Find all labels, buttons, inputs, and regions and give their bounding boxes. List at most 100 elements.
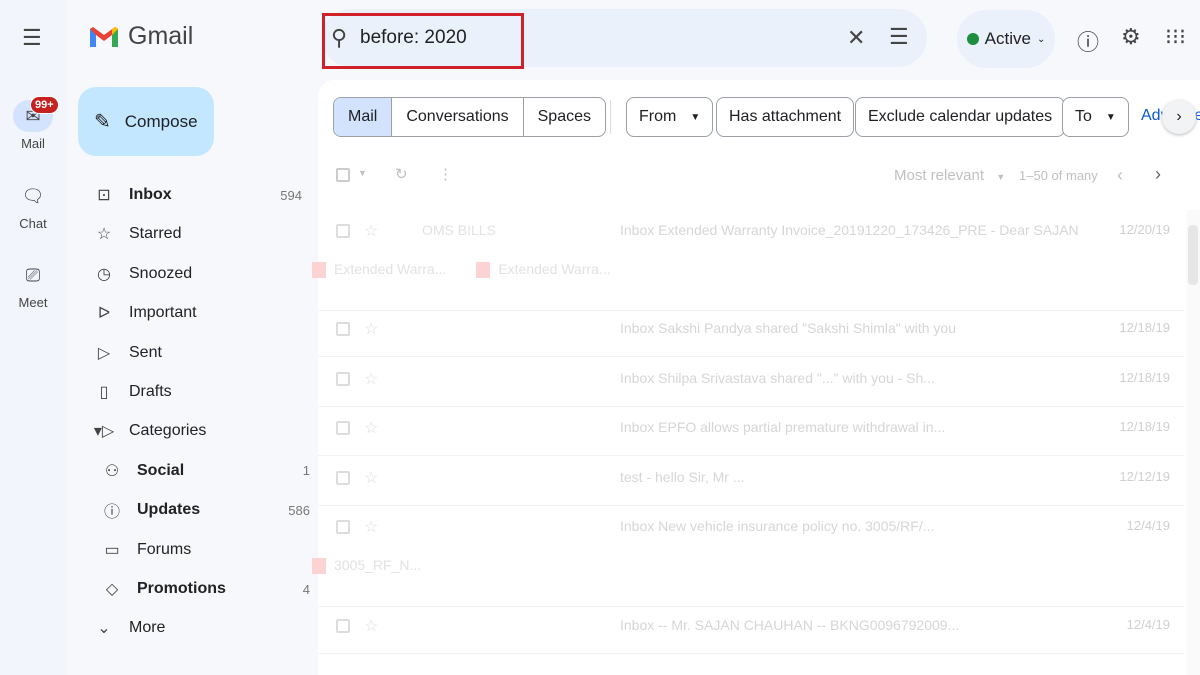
page-range: 1–50 of many xyxy=(1019,168,1098,183)
star-icon[interactable]: ☆ xyxy=(364,517,378,537)
highlight-box xyxy=(322,13,524,69)
compose-button[interactable]: ✎ Compose xyxy=(78,87,214,156)
attachment-chip[interactable]: Extended Warra... xyxy=(476,261,611,279)
nav-item-categories[interactable]: ▾▷ Categories xyxy=(92,415,302,447)
chip-label: Has attachment xyxy=(729,108,842,125)
status-label: Active xyxy=(984,29,1031,48)
star-icon[interactable]: ☆ xyxy=(364,319,378,339)
star-icon[interactable]: ☆ xyxy=(364,616,378,636)
next-page-icon[interactable]: › xyxy=(1155,164,1161,185)
email-row[interactable]: ☆ test - hello Sir, Mr ... 12/12/19 xyxy=(318,469,1184,489)
select-all-checkbox[interactable] xyxy=(336,168,350,182)
row-checkbox[interactable] xyxy=(336,224,350,238)
date: 12/18/19 xyxy=(1119,419,1170,434)
gmail-m-icon xyxy=(90,26,118,47)
nav-label: Promotions xyxy=(137,580,226,597)
nav-item-drafts[interactable]: ▯ Drafts xyxy=(92,376,302,408)
gmail-logo[interactable]: Gmail xyxy=(88,22,193,51)
subject: Inbox Sakshi Pandya shared "Sakshi Shiml… xyxy=(620,320,957,336)
attachment-chip[interactable]: 3005_RF_N... xyxy=(312,557,422,575)
attachments: 3005_RF_N... xyxy=(312,557,422,575)
nav-item-sent[interactable]: ▷ Sent xyxy=(92,337,302,369)
nav-count: 1 xyxy=(302,463,310,479)
nav-item-snoozed[interactable]: ◷ Snoozed xyxy=(92,258,302,290)
email-row[interactable]: ☆ OMS BILLS Inbox Extended Warranty Invoic… xyxy=(318,222,1184,242)
date: 12/4/19 xyxy=(1126,617,1170,632)
row-checkbox[interactable] xyxy=(336,619,350,633)
nav-item-forums[interactable]: ▭ Forums xyxy=(100,534,310,566)
row-checkbox[interactable] xyxy=(336,421,350,435)
nav-item-more[interactable]: ⌄ More xyxy=(92,612,302,644)
scrollbar-thumb[interactable] xyxy=(1188,225,1198,285)
nav-item-important[interactable]: ᐅ Important xyxy=(92,297,302,329)
nav-item-promotions[interactable]: ◇ Promotions 4 xyxy=(100,573,310,605)
scroll-chips-right-icon[interactable]: › xyxy=(1162,100,1196,134)
file-icon xyxy=(476,262,491,279)
email-row[interactable]: ☆ Inbox -- Mr. SAJAN CHAUHAN -- BKNG00967… xyxy=(318,617,1184,637)
status-dropdown[interactable]: Active ⌄ xyxy=(957,10,1055,68)
more-vert-icon[interactable]: ⋮ xyxy=(438,165,453,183)
gear-icon[interactable]: ⚙ xyxy=(1121,24,1141,50)
clock-icon: ◷ xyxy=(97,265,111,283)
filter-to[interactable]: To ▼ xyxy=(1062,97,1129,137)
row-checkbox[interactable] xyxy=(336,372,350,386)
star-icon[interactable]: ☆ xyxy=(364,369,378,389)
nav-label: Snoozed xyxy=(129,264,193,282)
tab-spaces[interactable]: Spaces xyxy=(522,98,605,136)
caret-down-icon[interactable]: ▼ xyxy=(358,168,367,178)
divider xyxy=(318,406,1184,407)
nav-label: Starred xyxy=(129,225,182,243)
tab-conversations[interactable]: Conversations xyxy=(391,98,522,136)
tab-mail[interactable]: Mail xyxy=(334,98,392,136)
send-icon: ▷ xyxy=(97,344,111,362)
forum-icon: ▭ xyxy=(104,541,120,559)
email-row[interactable]: ☆ Inbox Shilpa Srivastava shared "..." wi… xyxy=(318,370,1184,390)
inbox-icon: ⊡ xyxy=(97,187,111,204)
star-icon[interactable]: ☆ xyxy=(364,221,378,241)
clear-search-icon[interactable]: ✕ xyxy=(847,25,865,51)
rail-label: Meet xyxy=(18,295,48,310)
help-icon[interactable]: ⓘ xyxy=(1077,25,1099,57)
email-row[interactable]: ☆ Inbox Sakshi Pandya shared "Sakshi Shim… xyxy=(318,320,1184,340)
search-options-icon[interactable]: ☰ xyxy=(889,24,909,50)
nav-item-social[interactable]: ⚇ Social 1 xyxy=(100,455,310,487)
row-checkbox[interactable] xyxy=(336,520,350,534)
email-row[interactable]: ☆ Inbox EPFO allows partial premature wit… xyxy=(318,419,1184,439)
nav-label: Drafts xyxy=(129,383,172,400)
divider xyxy=(318,310,1184,311)
filter-exclude-calendar[interactable]: Exclude calendar updates xyxy=(855,97,1066,137)
nav-item-starred[interactable]: ☆ Starred xyxy=(92,218,302,250)
nav-count: 594 xyxy=(280,187,302,203)
sort-dropdown[interactable]: Most relevant ▼ xyxy=(894,167,1005,184)
prev-page-icon[interactable]: ‹ xyxy=(1117,165,1123,186)
main-menu-icon[interactable]: ☰ xyxy=(22,25,42,51)
star-icon[interactable]: ☆ xyxy=(364,418,378,438)
filter-from[interactable]: From ▼ xyxy=(626,97,714,137)
refresh-icon[interactable]: ↻ xyxy=(395,165,408,183)
subject: Inbox Extended Warranty Invoice_20191220… xyxy=(620,222,1080,238)
rail-item-chat[interactable]: 🗨 Chat xyxy=(0,180,66,231)
attachments: Extended Warra... Extended Warra... xyxy=(312,261,611,279)
divider xyxy=(318,505,1184,506)
rail-label: Chat xyxy=(19,216,47,231)
nav-label: Categories xyxy=(129,422,207,440)
nav-item-inbox[interactable]: ⊡ Inbox 594 xyxy=(92,179,302,211)
attachment-name: 3005_RF_N... xyxy=(334,557,422,573)
video-icon: ⎚ xyxy=(25,265,41,285)
chat-icon: 🗨 xyxy=(21,186,45,206)
star-icon[interactable]: ☆ xyxy=(364,468,378,488)
rail-item-meet[interactable]: ⎚ Meet xyxy=(0,259,66,310)
nav-label: Sent xyxy=(129,343,162,361)
date: 12/18/19 xyxy=(1119,370,1170,385)
nav-item-updates[interactable]: ⓘ Updates 586 xyxy=(100,494,310,526)
sender: OMS BILLS xyxy=(422,222,496,238)
attachment-chip[interactable]: Extended Warra... xyxy=(312,261,447,279)
tag-icon: ◇ xyxy=(105,581,119,598)
email-row[interactable]: ☆ Inbox New vehicle insurance policy no. … xyxy=(318,518,1184,538)
filter-has-attachment[interactable]: Has attachment xyxy=(716,97,855,137)
apps-grid-icon[interactable]: ⁝⁝⁝ xyxy=(1165,24,1186,50)
row-checkbox[interactable] xyxy=(336,322,350,336)
row-checkbox[interactable] xyxy=(336,471,350,485)
nav-label: Updates xyxy=(137,501,201,519)
attachment-name: Extended Warra... xyxy=(334,261,447,277)
